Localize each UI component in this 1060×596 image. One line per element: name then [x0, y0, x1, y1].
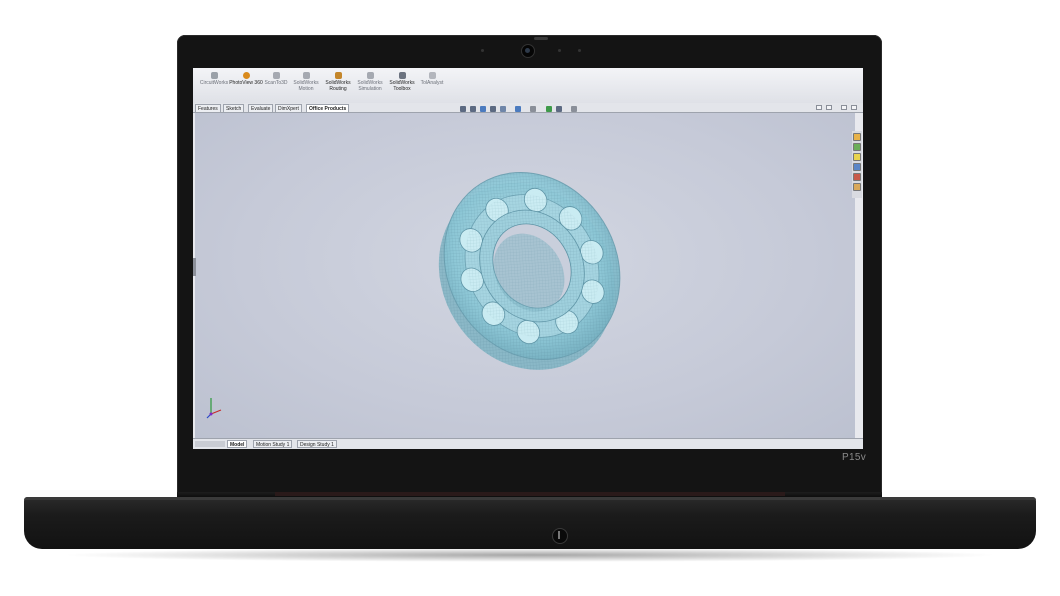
view-orientation-icon[interactable]: [500, 106, 506, 112]
file-explorer-icon[interactable]: [853, 153, 861, 161]
ribbon-item-label: PhotoView 360: [229, 80, 263, 86]
tab-design-study[interactable]: Design Study 1: [297, 440, 337, 448]
zoom-to-fit-icon[interactable]: [460, 106, 466, 112]
ribbon-item-circuitworks[interactable]: CircuitWorks: [197, 72, 231, 86]
appearance-icon[interactable]: [546, 106, 552, 112]
laptop-base: [24, 497, 1036, 549]
motion-icon: [302, 72, 310, 79]
graphics-area[interactable]: [195, 113, 855, 438]
appearances-icon[interactable]: [853, 173, 861, 181]
ribbon-item-label: SolidWorks Toolbox: [389, 80, 415, 92]
ribbon-item-label: SolidWorks Simulation: [357, 80, 383, 92]
lid-notch: [552, 528, 568, 544]
ir-sensor: [481, 49, 484, 52]
tab-evaluate[interactable]: Evaluate: [248, 104, 274, 112]
ribbon-item-label: SolidWorks Routing: [325, 80, 351, 92]
screen: CircuitWorks PhotoView 360 ScanTo3D Soli…: [193, 68, 863, 449]
panel-splitter-handle[interactable]: [193, 258, 196, 276]
tab-office-products[interactable]: Office Products: [306, 104, 350, 112]
camera-shutter: [534, 37, 548, 40]
scene-icon[interactable]: [556, 106, 562, 112]
toolbox-icon: [398, 72, 406, 79]
zoom-area-icon[interactable]: [470, 106, 476, 112]
ribbon-item-routing[interactable]: SolidWorks Routing: [321, 72, 355, 92]
command-tabs: Features Sketch Evaluate DimXpert Office…: [193, 103, 863, 113]
tab-model[interactable]: Model: [227, 440, 248, 448]
ribbon-item-label: CircuitWorks: [199, 80, 229, 86]
ribbon-item-label: SolidWorks Motion: [293, 80, 319, 92]
ribbon-item-scanto3d[interactable]: ScanTo3D: [259, 72, 293, 86]
ribbon-item-label: TolAnalyst: [420, 80, 444, 86]
design-library-icon[interactable]: [853, 143, 861, 151]
tolanalyst-icon: [428, 72, 436, 79]
tab-features[interactable]: Features: [195, 104, 221, 112]
previous-view-icon[interactable]: [480, 106, 486, 112]
resources-icon[interactable]: [853, 133, 861, 141]
mic-dot: [578, 49, 581, 52]
task-pane-tabs: [852, 131, 862, 198]
model-label: P15v: [842, 452, 866, 463]
command-manager-ribbon: CircuitWorks PhotoView 360 ScanTo3D Soli…: [193, 68, 863, 104]
tab-motion-study[interactable]: Motion Study 1: [253, 440, 293, 448]
reference-triad-icon: [206, 398, 222, 419]
hide-show-icon[interactable]: [530, 106, 536, 112]
scanto3d-icon: [272, 72, 280, 79]
bottom-tabs: Model Motion Study 1 Design Study 1: [193, 438, 863, 449]
ribbon-item-motion[interactable]: SolidWorks Motion: [289, 72, 323, 92]
routing-icon: [334, 72, 342, 79]
photoview-icon: [242, 72, 250, 79]
restore-icon[interactable]: [826, 105, 832, 110]
ribbon-item-label: ScanTo3D: [264, 80, 288, 86]
view-settings-icon[interactable]: [571, 106, 577, 112]
minimize-icon[interactable]: [816, 105, 822, 110]
ribbon-item-photoview[interactable]: PhotoView 360: [229, 72, 263, 86]
section-view-icon[interactable]: [490, 106, 496, 112]
display-style-icon[interactable]: [515, 106, 521, 112]
hinge-gap: [275, 492, 785, 496]
ribbon-item-tolanalyst[interactable]: TolAnalyst: [415, 72, 449, 86]
view-palette-icon[interactable]: [853, 163, 861, 171]
laptop-shadow: [60, 548, 1000, 562]
tab-sketch[interactable]: Sketch: [223, 104, 245, 112]
simulation-icon: [366, 72, 374, 79]
ribbon-item-simulation[interactable]: SolidWorks Simulation: [353, 72, 387, 92]
close-icon[interactable]: [851, 105, 857, 110]
tab-scroll-arrows[interactable]: [195, 441, 225, 447]
lid-notch-mark: [558, 531, 560, 539]
bearing-model[interactable]: [195, 113, 855, 438]
base-edge: [24, 497, 1036, 500]
mic-dot: [558, 49, 561, 52]
circuitworks-icon: [210, 72, 218, 79]
custom-properties-icon[interactable]: [853, 183, 861, 191]
ribbon-item-toolbox[interactable]: SolidWorks Toolbox: [385, 72, 419, 92]
maximize-icon[interactable]: [841, 105, 847, 110]
webcam-lens: [525, 48, 530, 53]
tab-dimxpert[interactable]: DimXpert: [275, 104, 302, 112]
